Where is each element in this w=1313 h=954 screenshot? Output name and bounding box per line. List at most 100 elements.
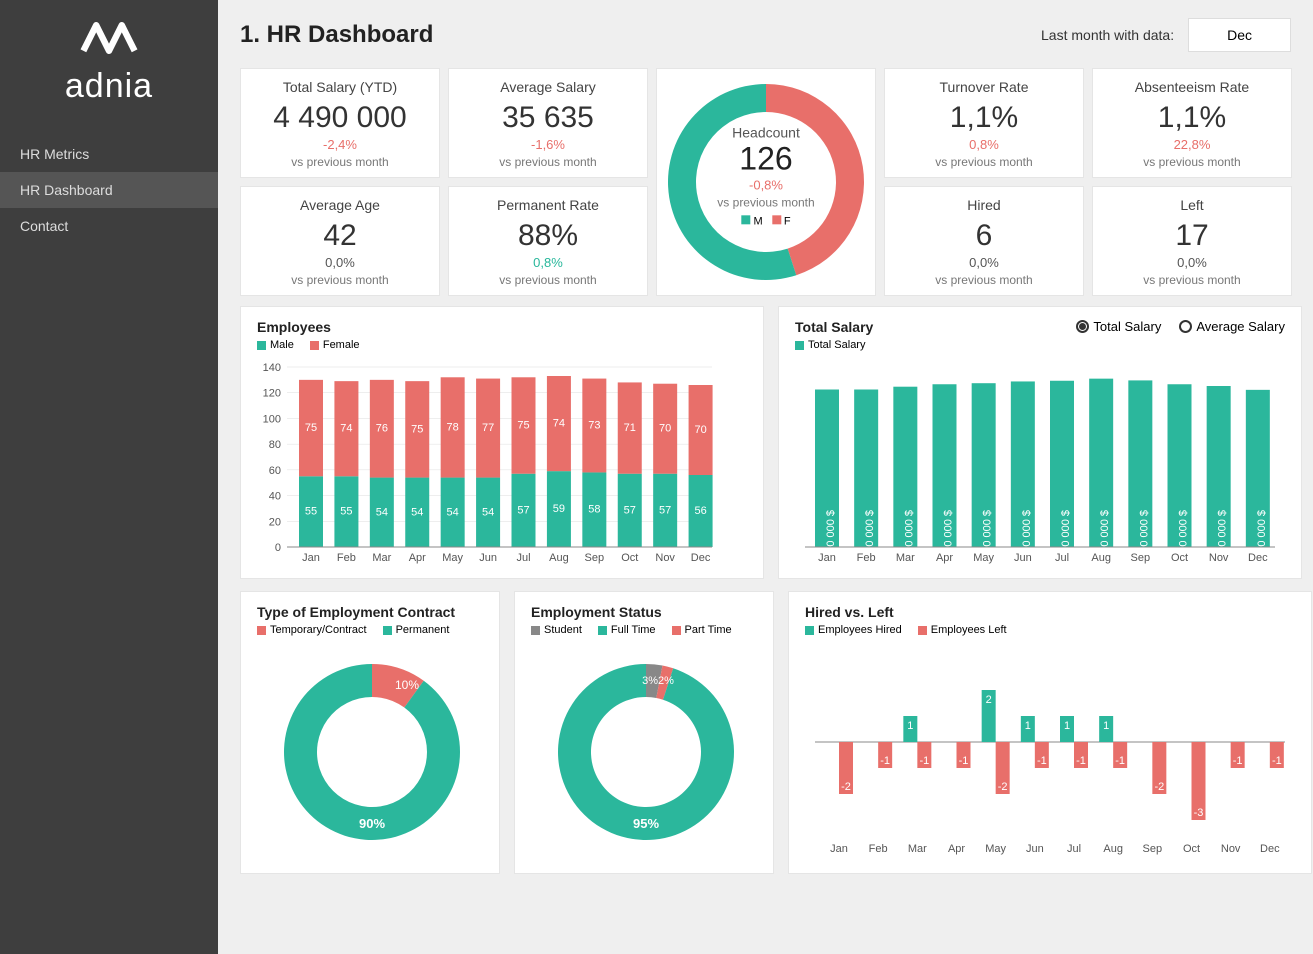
last-month-label: Last month with data: [1041, 27, 1174, 43]
kpi-delta: -2,4% [323, 137, 357, 152]
kpi-delta: 0,0% [325, 255, 355, 270]
kpi-value: 35 635 [502, 101, 594, 135]
svg-text:Sep: Sep [1143, 843, 1163, 855]
kpi-value: 6 [976, 219, 993, 253]
svg-text:-1: -1 [1037, 755, 1047, 767]
svg-text:54: 54 [482, 506, 494, 518]
radio-label: Total Salary [1093, 319, 1161, 334]
salary-radio-group: Total Salary Average Salary [1076, 319, 1285, 334]
svg-text:-1: -1 [1076, 755, 1086, 767]
headcount-delta: -0,8% [717, 177, 814, 192]
svg-text:0: 0 [275, 542, 281, 554]
kpi-hired: Hired 6 0,0% vs previous month [884, 186, 1084, 296]
main: 1. HR Dashboard Last month with data: De… [218, 0, 1313, 954]
legend-hired: Employees Hired [818, 624, 902, 636]
kpi-note: vs previous month [717, 195, 814, 209]
nav-hr-dashboard[interactable]: HR Dashboard [0, 172, 218, 208]
svg-text:57: 57 [517, 504, 529, 516]
svg-text:76: 76 [376, 423, 388, 435]
svg-text:2: 2 [986, 694, 992, 706]
kpi-delta: -1,6% [531, 137, 565, 152]
kpi-label: Absenteeism Rate [1135, 79, 1249, 95]
svg-text:71: 71 [624, 422, 636, 434]
last-month-select[interactable]: Dec [1188, 18, 1291, 52]
svg-text:77: 77 [482, 422, 494, 434]
svg-text:120: 120 [263, 388, 281, 400]
headcount-value: 126 [717, 140, 814, 177]
kpi-total-salary: Total Salary (YTD) 4 490 000 -2,4% vs pr… [240, 68, 440, 178]
svg-text:Jun: Jun [1014, 552, 1032, 564]
kpi-turnover: Turnover Rate 1,1% 0,8% vs previous mont… [884, 68, 1084, 178]
legend-student: Student [544, 624, 582, 636]
kpi-left: Left 17 0,0% vs previous month [1092, 186, 1292, 296]
chart-title: Type of Employment Contract [257, 604, 483, 620]
svg-text:Apr: Apr [948, 843, 965, 855]
kpi-note: vs previous month [291, 273, 388, 287]
svg-text:Dec: Dec [691, 552, 711, 564]
svg-text:-2: -2 [1154, 781, 1164, 793]
radio-average-salary[interactable]: Average Salary [1179, 319, 1285, 334]
svg-text:-2: -2 [998, 781, 1008, 793]
svg-text:Aug: Aug [1091, 552, 1111, 564]
svg-text:Dec: Dec [1248, 552, 1268, 564]
svg-text:75: 75 [305, 422, 317, 434]
kpi-grid: Total Salary (YTD) 4 490 000 -2,4% vs pr… [240, 68, 1291, 296]
svg-text:74: 74 [553, 418, 565, 430]
svg-text:1: 1 [1064, 720, 1070, 732]
card-employees: Employees Male Female 020406080100120140… [240, 306, 764, 579]
kpi-avg-salary: Average Salary 35 635 -1,6% vs previous … [448, 68, 648, 178]
kpi-avg-age: Average Age 42 0,0% vs previous month [240, 186, 440, 296]
svg-text:Jan: Jan [818, 552, 836, 564]
kpi-note: vs previous month [499, 273, 596, 287]
svg-text:Jan: Jan [830, 843, 848, 855]
svg-text:Aug: Aug [549, 552, 569, 564]
svg-text:3%2%: 3%2% [642, 675, 674, 687]
svg-text:55: 55 [305, 506, 317, 518]
page-title: 1. HR Dashboard [240, 21, 433, 49]
kpi-label: Total Salary (YTD) [283, 79, 397, 95]
svg-text:Mar: Mar [896, 552, 915, 564]
svg-text:Sep: Sep [1131, 552, 1151, 564]
kpi-label: Hired [967, 197, 1000, 213]
legend-female: Female [323, 339, 360, 351]
kpi-absenteeism: Absenteeism Rate 1,1% 22,8% vs previous … [1092, 68, 1292, 178]
kpi-permanent-rate: Permanent Rate 88% 0,8% vs previous mont… [448, 186, 648, 296]
kpi-delta: 0,8% [533, 255, 563, 270]
svg-text:-1: -1 [919, 755, 929, 767]
svg-text:Jun: Jun [1026, 843, 1044, 855]
svg-text:55: 55 [340, 506, 352, 518]
svg-text:1: 1 [1103, 720, 1109, 732]
radio-total-salary[interactable]: Total Salary [1076, 319, 1161, 334]
legend-total-salary: Total Salary [808, 339, 865, 351]
kpi-delta: 0,0% [969, 255, 999, 270]
radio-label: Average Salary [1196, 319, 1285, 334]
svg-text:78: 78 [447, 421, 459, 433]
legend-fulltime: Full Time [611, 624, 656, 636]
kpi-value: 1,1% [1158, 101, 1226, 135]
svg-text:May: May [973, 552, 994, 564]
kpi-note: vs previous month [499, 155, 596, 169]
card-hired-left: Hired vs. Left Employees Hired Employees… [788, 591, 1312, 874]
svg-text:56: 56 [694, 505, 706, 517]
svg-text:54: 54 [376, 506, 388, 518]
kpi-label: Permanent Rate [497, 197, 599, 213]
svg-text:73: 73 [588, 420, 600, 432]
svg-text:75: 75 [517, 420, 529, 432]
svg-text:57: 57 [624, 504, 636, 516]
nav-hr-metrics[interactable]: HR Metrics [0, 136, 218, 172]
svg-text:40: 40 [269, 491, 281, 503]
hired-left-chart: -2Jan-1Feb1-1Mar-1Apr2-2May1-1Jun1-1Jul1… [805, 642, 1295, 862]
svg-text:-1: -1 [1115, 755, 1125, 767]
svg-text:1: 1 [1025, 720, 1031, 732]
legend-parttime: Part Time [685, 624, 732, 636]
svg-text:Nov: Nov [1209, 552, 1229, 564]
svg-text:-1: -1 [1233, 755, 1243, 767]
card-total-salary: Total Salary Total Salary Total Salary A… [778, 306, 1302, 579]
svg-text:Nov: Nov [655, 552, 675, 564]
legend-left: Employees Left [931, 624, 1007, 636]
brand-name: adnia [65, 67, 153, 106]
kpi-delta: 0,8% [969, 137, 999, 152]
svg-text:Apr: Apr [409, 552, 426, 564]
svg-text:Feb: Feb [857, 552, 876, 564]
nav-contact[interactable]: Contact [0, 208, 218, 244]
